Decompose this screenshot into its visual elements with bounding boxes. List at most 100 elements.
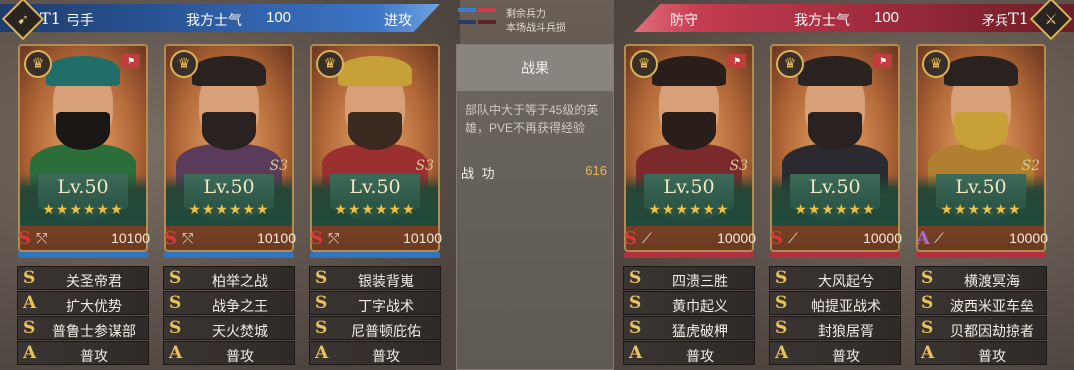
crown-icon: ♛ bbox=[316, 50, 344, 78]
skill-slot[interactable]: S 贝都因劫掠者 bbox=[915, 316, 1047, 340]
skill-slot[interactable]: S 波西米亚车垒 bbox=[915, 291, 1047, 315]
attacker-color-swatch bbox=[458, 8, 476, 12]
skill-grade: S bbox=[315, 293, 328, 313]
star-rating: ★★★★★★ bbox=[188, 201, 270, 217]
skill-slot[interactable]: S 帕提亚战术 bbox=[769, 291, 901, 315]
skill-slot[interactable]: A 普攻 bbox=[769, 341, 901, 365]
skill-slot[interactable]: S 猛虎破柙 bbox=[623, 316, 755, 340]
star-rating: ★★★★★★ bbox=[648, 201, 730, 217]
skill-slot[interactable]: S 黄巾起义 bbox=[623, 291, 755, 315]
merit-value: 616 bbox=[585, 163, 607, 178]
troop-count: 10100 bbox=[403, 230, 442, 246]
hero-level: Lv.50 bbox=[809, 176, 861, 198]
skill-grade: S bbox=[921, 268, 934, 288]
troop-count: 10000 bbox=[863, 230, 902, 246]
battle-losses-label: 本场战斗兵损 bbox=[506, 23, 566, 34]
skill-name: 普攻 bbox=[226, 348, 254, 364]
skill-slot[interactable]: A 普攻 bbox=[163, 341, 295, 365]
skill-grade: S bbox=[169, 268, 182, 288]
troop-bar bbox=[310, 252, 440, 258]
skill-slot[interactable]: A 扩大优势 bbox=[17, 291, 149, 315]
crown-icon: ♛ bbox=[170, 50, 198, 78]
troop-bar bbox=[18, 252, 148, 258]
hero-grade: S bbox=[624, 228, 637, 249]
troop-count: 10100 bbox=[257, 230, 296, 246]
hero-card[interactable]: ♛ Lv.50 ★★★★★★ S3 bbox=[164, 44, 294, 252]
skill-slot[interactable]: S 战争之王 bbox=[163, 291, 295, 315]
skill-grade: S bbox=[775, 318, 788, 338]
skill-slot[interactable]: S 四溃三胜 bbox=[623, 266, 755, 290]
sword-icon: ⤲ bbox=[36, 230, 48, 246]
skill-slot[interactable]: S 关圣帝君 bbox=[17, 266, 149, 290]
skill-slot[interactable]: S 银装背嵬 bbox=[309, 266, 441, 290]
skill-slot[interactable]: A 普攻 bbox=[17, 341, 149, 365]
skill-grade: S bbox=[23, 318, 36, 338]
skill-slot[interactable]: S 柏举之战 bbox=[163, 266, 295, 290]
skill-slot[interactable]: A 普攻 bbox=[915, 341, 1047, 365]
skill-name: 黄巾起义 bbox=[672, 298, 728, 314]
skill-name: 贝都因劫掠者 bbox=[950, 323, 1034, 339]
hero-level: Lv.50 bbox=[57, 176, 109, 198]
hero-stat-row: A ⟋ 10000 bbox=[916, 228, 1048, 249]
defender-loss-swatch bbox=[478, 20, 496, 24]
skill-name: 大风起兮 bbox=[818, 273, 874, 289]
skill-grade: S bbox=[921, 318, 934, 338]
skill-slot[interactable]: A 普攻 bbox=[623, 341, 755, 365]
skill-grade: S bbox=[169, 318, 182, 338]
troop-bar bbox=[916, 252, 1046, 258]
skill-name: 猛虎破柙 bbox=[672, 323, 728, 339]
hero-level: Lv.50 bbox=[663, 176, 715, 198]
hero-stat-row: S ⤲ 10100 bbox=[164, 228, 296, 249]
skill-grade: S bbox=[315, 268, 328, 288]
skill-grade: A bbox=[23, 343, 37, 363]
flag-icon: ⚑ bbox=[728, 54, 746, 68]
defender-color-swatch bbox=[478, 8, 496, 12]
skill-name: 四溃三胜 bbox=[672, 273, 728, 289]
defender-morale-value: 100 bbox=[874, 9, 900, 26]
defender-morale-label: 我方士气 bbox=[794, 12, 850, 28]
skill-name: 普攻 bbox=[978, 348, 1006, 364]
crown-icon: ♛ bbox=[24, 50, 52, 78]
skill-name: 波西米亚车垒 bbox=[950, 298, 1034, 314]
skill-slot[interactable]: S 天火焚城 bbox=[163, 316, 295, 340]
hero-card[interactable]: ♛ ⚑ Lv.50 ★★★★★★ bbox=[770, 44, 900, 252]
skill-name: 银装背嵬 bbox=[358, 273, 414, 289]
skill-slot[interactable]: A 普攻 bbox=[309, 341, 441, 365]
sword-icon: ⤲ bbox=[182, 230, 194, 246]
skill-slot[interactable]: S 横渡冥海 bbox=[915, 266, 1047, 290]
hero-stat-row: S ⤲ 10100 bbox=[18, 228, 150, 249]
skill-slot[interactable]: S 尼普顿庇佑 bbox=[309, 316, 441, 340]
skill-list: S 横渡冥海 S 波西米亚车垒 S 贝都因劫掠者 A 普攻 bbox=[915, 266, 1047, 366]
defender-troop-type: 矛兵 bbox=[982, 13, 1009, 28]
hero-card[interactable]: ♛ Lv.50 ★★★★★★ S2 bbox=[916, 44, 1046, 252]
hero-grade: S bbox=[310, 228, 323, 249]
skill-list: S 银装背嵬 S 丁字战术 S 尼普顿庇佑 A 普攻 bbox=[309, 266, 441, 366]
skill-grade: A bbox=[169, 343, 183, 363]
defender-stance: 防守 bbox=[670, 12, 698, 28]
skill-slot[interactable]: S 普鲁士参谋部 bbox=[17, 316, 149, 340]
defender-banner: 防守 我方士气 100 矛兵 T1 bbox=[634, 4, 1074, 32]
skill-grade: A bbox=[921, 343, 935, 363]
skill-slot[interactable]: S 封狼居胥 bbox=[769, 316, 901, 340]
star-rating: ★★★★★★ bbox=[42, 201, 124, 217]
spear-icon: ⟋ bbox=[934, 230, 944, 246]
skill-grade: A bbox=[775, 343, 789, 363]
troop-bar bbox=[770, 252, 900, 258]
spear-icon: ⟋ bbox=[642, 230, 652, 246]
troop-count: 10000 bbox=[717, 230, 756, 246]
skill-grade: A bbox=[315, 343, 329, 363]
attacker-stance: 进攻 bbox=[384, 12, 412, 28]
hero-card[interactable]: ♛ ⚑ Lv.50 ★★★★★★ bbox=[18, 44, 148, 252]
hero-card[interactable]: ♛ Lv.50 ★★★★★★ S3 bbox=[310, 44, 440, 252]
battle-result-panel: 战果 部队中大于等于45级的英雄，PVE不再获得经验 战 功 616 bbox=[456, 44, 614, 370]
skill-name: 尼普顿庇佑 bbox=[351, 323, 421, 339]
skill-grade: S bbox=[775, 293, 788, 313]
crown-icon: ♛ bbox=[630, 50, 658, 78]
skill-list: S 大风起兮 S 帕提亚战术 S 封狼居胥 A 普攻 bbox=[769, 266, 901, 366]
hero-card[interactable]: ♛ ⚑ Lv.50 ★★★★★★ S3 bbox=[624, 44, 754, 252]
skill-grade: A bbox=[629, 343, 643, 363]
troop-bar bbox=[624, 252, 754, 258]
skill-slot[interactable]: S 大风起兮 bbox=[769, 266, 901, 290]
skill-slot[interactable]: S 丁字战术 bbox=[309, 291, 441, 315]
skill-grade: S bbox=[629, 268, 642, 288]
